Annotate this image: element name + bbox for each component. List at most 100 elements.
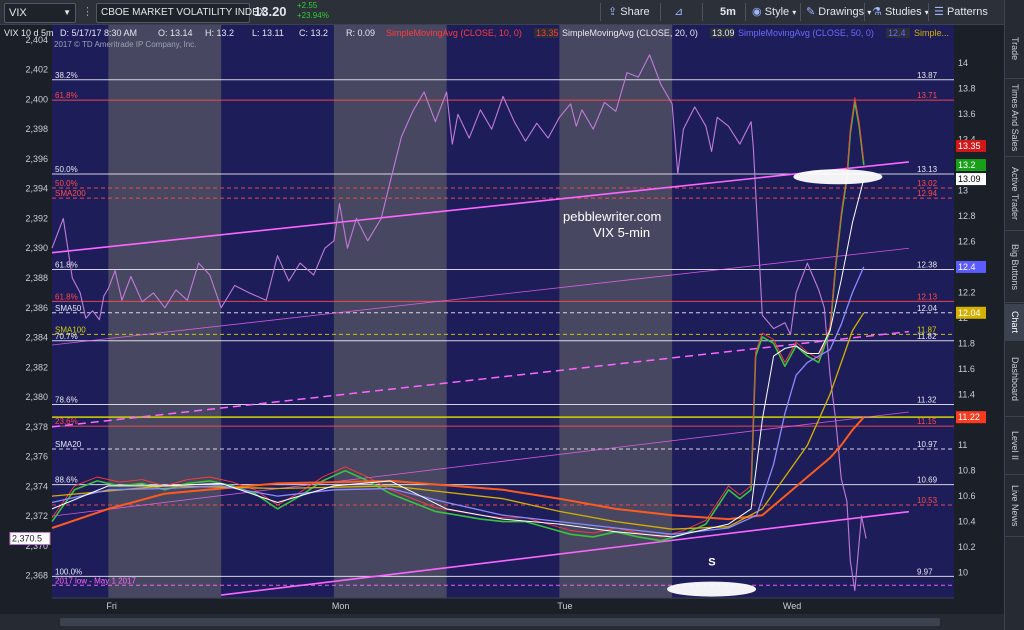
- fib-level-value: 9.97: [917, 567, 933, 576]
- right-axis-tick-label: 12.6: [958, 236, 976, 246]
- fib-level-value: 10.69: [917, 476, 938, 485]
- fib-level-label: 2017 low - May 1 2017: [55, 576, 136, 585]
- right-axis-tick-label: 11: [958, 440, 967, 450]
- highlight-ellipse: [793, 169, 883, 185]
- right-axis-tick-label: 13.6: [958, 109, 976, 119]
- fib-level-label: 61.8%: [55, 260, 78, 269]
- last-price: 13.20: [254, 4, 287, 19]
- pencil-icon: ✎: [806, 6, 816, 18]
- left-axis-tick-label: 2,382: [25, 362, 48, 372]
- sidebar-tab-big-buttons[interactable]: Big Buttons: [1005, 232, 1024, 303]
- left-axis-tick-label: 2,398: [25, 124, 48, 134]
- fib-level-value: 11.32: [917, 395, 937, 404]
- fib-level-value: 12.38: [917, 260, 938, 269]
- session-band: [108, 25, 222, 598]
- fib-level-value: 10.53: [917, 496, 938, 505]
- left-axis-tick-label: 2,388: [25, 273, 48, 283]
- sidebar-tab-times-and-sales[interactable]: Times And Sales: [1005, 80, 1024, 157]
- style-button[interactable]: ◉ Style ▾: [752, 3, 796, 21]
- fib-level-value: 13.71: [917, 91, 938, 100]
- x-axis-label: Wed: [783, 601, 801, 611]
- right-axis-tick-label: 11.6: [958, 364, 975, 374]
- ohlc-o: O: 13.14: [158, 28, 193, 38]
- compare-icon[interactable]: ⊿: [674, 3, 683, 21]
- left-axis-tick-label: 2,380: [25, 392, 48, 402]
- price-tag-text: 12.04: [958, 308, 981, 318]
- chevron-down-icon: ▾: [867, 8, 872, 17]
- sidebar-tab-dashboard[interactable]: Dashboard: [1005, 342, 1024, 417]
- left-axis-tick-label: 2,386: [25, 303, 48, 313]
- annotation-text: S: [708, 556, 715, 568]
- drawings-button[interactable]: ✎ Drawings ▾: [806, 3, 871, 21]
- style-label: Style: [764, 6, 790, 18]
- left-axis-tick-label: 2,390: [25, 243, 48, 253]
- scrollbar-track[interactable]: [60, 618, 940, 626]
- fib-level-value: 13.87: [917, 71, 938, 80]
- price-tag-text: 11.22: [958, 412, 980, 422]
- study-value: 13.09: [712, 28, 735, 38]
- right-axis-tick-label: 10.6: [958, 491, 976, 501]
- copyright: 2017 © TD Ameritrade IP Company, Inc.: [54, 40, 196, 49]
- share-icon: ⇪: [608, 6, 618, 18]
- left-axis-tick-label: 2,400: [25, 94, 48, 104]
- study-label: Simple...: [914, 28, 949, 38]
- x-axis-label: Mon: [332, 601, 350, 611]
- study-label: SimpleMovingAvg (CLOSE, 10, 0): [386, 28, 522, 38]
- studies-button[interactable]: ⚗ Studies ▾: [872, 3, 929, 21]
- toolbar: VIX ▼ ⋮ CBOE MARKET VOLATILITY INDEX 13.…: [0, 0, 1004, 25]
- watermark-title: pebblewriter.com: [563, 209, 661, 224]
- eye-icon: ◉: [752, 6, 762, 18]
- right-axis-tick-label: 10.2: [958, 542, 976, 552]
- patterns-label: Patterns: [946, 6, 988, 18]
- price-tag-text: 13.2: [958, 160, 976, 170]
- right-axis-tick-label: 10.4: [958, 517, 976, 527]
- left-axis-tick-label: 2,378: [25, 422, 48, 432]
- patterns-button[interactable]: ☰ Patterns: [934, 3, 988, 21]
- left-axis-tick-label: 2,396: [25, 154, 48, 164]
- chart-header: VIX 10 d 5m: [4, 28, 54, 38]
- company-text: CBOE MARKET VOLATILITY INDEX: [101, 7, 266, 18]
- fib-level-value: 12.13: [917, 292, 938, 301]
- sidebar: Trade Times And Sales Active Trader Big But…: [1004, 0, 1024, 630]
- sidebar-tab-live-news[interactable]: Live News: [1005, 476, 1024, 537]
- price-tag-text: 13.35: [958, 141, 981, 151]
- left-axis-tick-label: 2,374: [25, 481, 48, 491]
- sidebar-tab-trade[interactable]: Trade: [1005, 20, 1024, 79]
- right-axis-tick-label: 14: [958, 58, 968, 68]
- fib-level-value: 13.13: [917, 165, 938, 174]
- patterns-icon: ☰: [934, 6, 944, 18]
- fib-level-label: 100.0%: [55, 567, 82, 576]
- study-value: 12.4: [888, 28, 906, 38]
- symbol-info-icon[interactable]: ⋮: [82, 3, 93, 21]
- ohlc-l: L: 13.11: [252, 28, 284, 38]
- fib-level-value: 13.02: [917, 179, 938, 188]
- study-value: 13.35: [536, 28, 559, 38]
- fib-level-label: 61.8%: [55, 292, 78, 301]
- interval-button[interactable]: 5m: [720, 3, 736, 21]
- sidebar-tab-level-ii[interactable]: Level II: [1005, 418, 1024, 475]
- company-name: CBOE MARKET VOLATILITY INDEX: [96, 3, 266, 23]
- fib-level-label: SMA20: [55, 440, 82, 449]
- fib-level-value: 11.82: [917, 332, 937, 341]
- chart-date: D: 5/17/17 8:30 AM: [60, 28, 137, 38]
- right-axis-tick-label: 11.8: [958, 338, 975, 348]
- right-axis-tick-label: 10.8: [958, 466, 976, 476]
- x-axis-label: Fri: [106, 601, 117, 611]
- right-axis-tick-label: 11.4: [958, 389, 975, 399]
- right-axis-tick-label: 13.8: [958, 84, 976, 94]
- fib-level-value: 10.97: [917, 440, 938, 449]
- share-button[interactable]: ⇪ Share: [608, 3, 650, 21]
- left-axis-tick-label: 2,392: [25, 213, 48, 223]
- left-price-tag: 2,370.5: [12, 533, 42, 543]
- right-axis-tick-label: 12.8: [958, 211, 976, 221]
- highlight-ellipse: [667, 581, 757, 597]
- sidebar-tab-active-trader[interactable]: Active Trader: [1005, 158, 1024, 231]
- fib-level-label: SMA50: [55, 304, 82, 313]
- sidebar-tab-chart[interactable]: Chart: [1005, 304, 1024, 341]
- watermark-subtitle: VIX 5-min: [593, 225, 650, 240]
- right-axis-tick-label: 13: [958, 186, 968, 196]
- symbol-selector[interactable]: VIX ▼: [4, 3, 76, 23]
- left-axis-tick-label: 2,394: [25, 184, 48, 194]
- fib-level-label: 50.0%: [55, 179, 78, 188]
- left-axis-tick-label: 2,372: [25, 511, 48, 521]
